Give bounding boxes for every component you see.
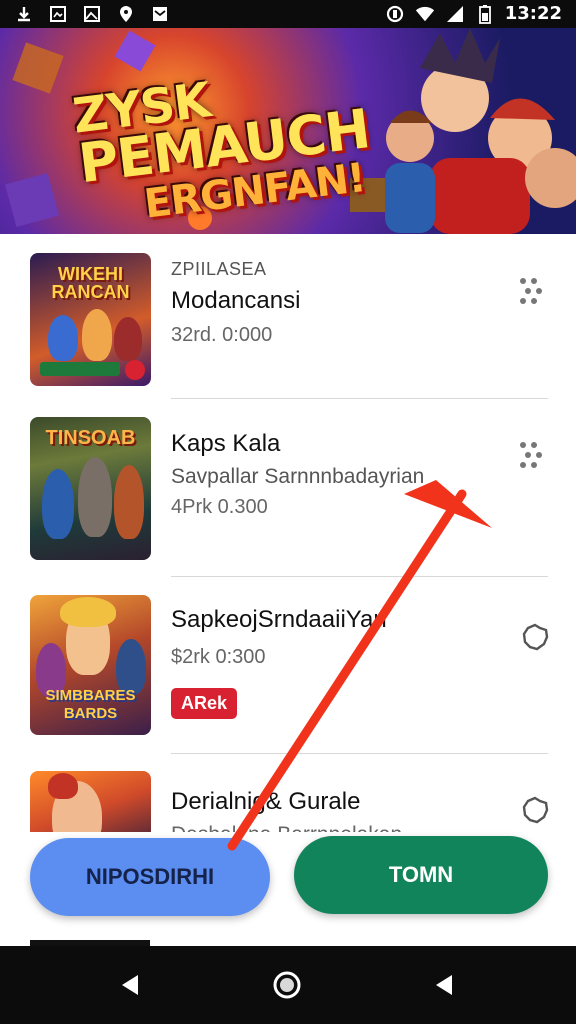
back-arrow-icon[interactable]	[428, 968, 462, 1002]
thumbnail-title: TINSOAB	[45, 427, 136, 449]
secondary-action-button[interactable]: TOMN	[294, 836, 548, 914]
wifi-icon	[415, 4, 435, 24]
item-title: SapkeojSrndaaiiYan	[171, 606, 387, 633]
more-options-icon[interactable]	[520, 442, 546, 472]
thumb-character	[42, 469, 74, 539]
more-options-icon[interactable]	[520, 278, 546, 308]
game-thumbnail: SIMBBARES BARDS	[30, 595, 151, 735]
list-item[interactable]: WIKEHI RANCAN ZPIILASEA Modancansi 32rd.…	[0, 234, 576, 400]
gallery-icon	[48, 4, 68, 24]
item-kicker: ZPIILASEA	[171, 259, 267, 279]
thumb-character	[78, 457, 112, 537]
age-rating-badge	[125, 360, 145, 380]
thumb-character-hair	[60, 597, 116, 627]
thumb-character-ear	[48, 773, 78, 799]
signal-icon	[445, 4, 465, 24]
item-title: Modancansi	[171, 287, 301, 314]
battery-icon	[475, 4, 495, 24]
game-thumbnail: TINSOAB	[30, 417, 151, 560]
thumb-character	[82, 309, 112, 361]
game-thumbnail: WIKEHI RANCAN	[30, 253, 151, 386]
download-icon	[14, 4, 34, 24]
mail-icon	[150, 4, 170, 24]
item-title: Kaps Kala	[171, 430, 281, 457]
thumb-label-strip	[40, 362, 120, 376]
clock: 13:22	[504, 3, 562, 24]
thumb-character	[48, 315, 78, 361]
vibrate-icon	[385, 4, 405, 24]
item-title: Derialnig& Gurale	[171, 788, 361, 815]
thumb-character	[114, 465, 144, 539]
divider	[171, 398, 548, 399]
loading-icon[interactable]	[520, 622, 549, 652]
loading-icon[interactable]	[520, 795, 549, 825]
list-item[interactable]: TINSOAB Kaps Kala Savpallar Sarnnnbadayr…	[0, 400, 576, 577]
thumbnail-title: WIKEHI RANCAN	[51, 264, 130, 302]
item-meta: $2rk 0:300	[171, 646, 266, 668]
hero-banner[interactable]: ZYSK PEMAUCH ERGNFAN!	[0, 28, 576, 234]
back-icon[interactable]	[114, 968, 148, 1002]
location-icon	[116, 4, 136, 24]
primary-action-button[interactable]: NIPOSDIRHI	[30, 838, 270, 916]
system-nav-bar	[0, 946, 576, 1024]
list-item[interactable]: SIMBBARES BARDS SapkeojSrndaaiiYan $2rk …	[0, 576, 576, 754]
thumbnail-title: SIMBBARES BARDS	[45, 687, 136, 722]
item-subtitle: Savpallar Sarnnnbadayrian	[171, 465, 425, 488]
status-badge: ARek	[171, 688, 238, 719]
item-meta: 32rd. 0:000	[171, 324, 273, 346]
thumb-character	[114, 317, 142, 361]
item-meta: 4Prk 0.300	[171, 496, 268, 518]
status-bar: 13:22	[0, 0, 576, 28]
image-icon	[82, 4, 102, 24]
home-icon[interactable]	[270, 968, 304, 1002]
